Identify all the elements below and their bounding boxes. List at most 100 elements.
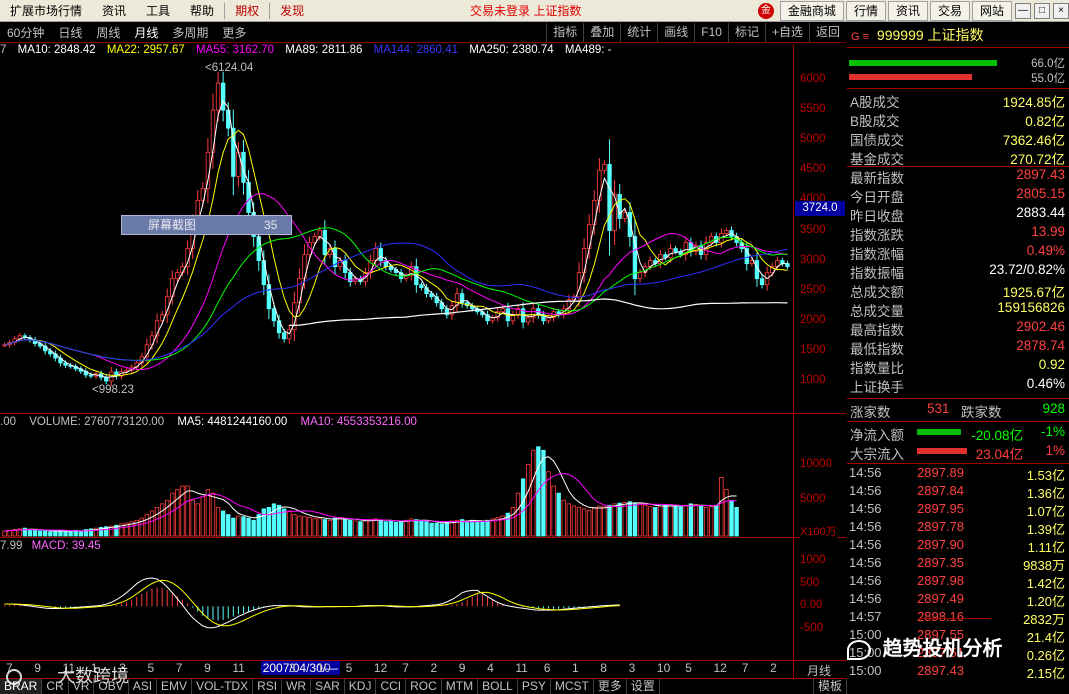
volume-bar bbox=[261, 508, 266, 537]
menu-item-discover[interactable]: 发现 bbox=[270, 0, 314, 22]
green-strength-bar bbox=[849, 60, 997, 66]
macd-readout: 7.99 MACD: 39.45 bbox=[0, 540, 101, 552]
tick-amount: 2832万 bbox=[1023, 612, 1065, 627]
volume-bar bbox=[642, 504, 648, 537]
tick-amount: 2.15亿 bbox=[1026, 666, 1065, 681]
tab-cci[interactable]: CCI bbox=[376, 679, 407, 694]
volume-bar bbox=[449, 520, 455, 537]
volume-bar bbox=[490, 518, 495, 537]
volume-bar bbox=[668, 504, 673, 537]
volume-bar bbox=[195, 503, 200, 537]
volume-bar bbox=[648, 506, 653, 537]
f10-button[interactable]: F10 bbox=[694, 23, 728, 42]
stat-label: 最低指数 bbox=[850, 342, 904, 357]
main-y-tick: 3500 bbox=[800, 223, 826, 236]
volume-bar bbox=[464, 521, 470, 537]
stat-value: 1925.67亿 bbox=[1002, 285, 1065, 300]
volume-bar bbox=[439, 523, 444, 537]
volume-bar bbox=[617, 502, 622, 537]
tab-psy[interactable]: PSY bbox=[518, 679, 551, 694]
multi-period-tab[interactable]: 多周期 bbox=[165, 24, 215, 41]
tick-price: 2897.43 bbox=[917, 663, 964, 678]
kline-chart-area[interactable] bbox=[0, 44, 846, 684]
tab-kdj[interactable]: KDJ bbox=[345, 679, 377, 694]
add-watchlist-button[interactable]: +自选 bbox=[764, 23, 809, 42]
menu-item-news[interactable]: 资讯 bbox=[92, 0, 136, 22]
news-button[interactable]: 资讯 bbox=[887, 1, 928, 21]
tick-row: 14:56 2897.84 1.36亿 bbox=[847, 483, 1069, 501]
red-bar-value: 55.0亿 bbox=[1031, 73, 1065, 85]
finance-mall-button[interactable]: 金融商城 bbox=[779, 1, 844, 21]
menu-item-tools[interactable]: 工具 bbox=[136, 0, 180, 22]
volume-bar bbox=[144, 514, 150, 537]
stat-row: 昨日收盘 2883.44 bbox=[847, 205, 1069, 224]
screenshot-tip[interactable]: 屏幕截图 35 bbox=[121, 215, 292, 235]
mark-button[interactable]: 标记 bbox=[727, 23, 765, 42]
quotes-button[interactable]: 行情 bbox=[845, 1, 886, 21]
volume-bar bbox=[297, 515, 302, 537]
menu-item-market[interactable]: 扩展市场行情 bbox=[0, 0, 92, 22]
tick-price: 2897.35 bbox=[917, 555, 964, 570]
tab-settings[interactable]: 设置 bbox=[627, 679, 660, 694]
tab-roc[interactable]: ROC bbox=[406, 679, 442, 694]
indicator-button[interactable]: 指标 bbox=[546, 23, 583, 42]
volume-bar bbox=[693, 504, 699, 537]
login-status-text: 交易未登录 上证指数 bbox=[470, 4, 582, 18]
back-button[interactable]: 返回 bbox=[808, 23, 846, 42]
tab-vol-tdx[interactable]: VOL-TDX bbox=[192, 679, 254, 694]
volume-bar bbox=[587, 509, 592, 537]
maximize-icon[interactable]: □ bbox=[1034, 3, 1050, 19]
trade-button[interactable]: 交易 bbox=[929, 1, 970, 21]
x-axis-tick: 7 bbox=[402, 661, 409, 675]
x-axis-tick: 9 bbox=[458, 661, 466, 675]
watermark-left-text: 大数跨境 bbox=[57, 666, 130, 686]
statistics-button[interactable]: 统计 bbox=[620, 23, 657, 42]
tab-boll[interactable]: BOLL bbox=[478, 679, 518, 694]
tick-time: 14:56 bbox=[849, 483, 882, 498]
tick-time: 14:57 bbox=[849, 609, 882, 624]
period-daily-tab[interactable]: 日线 bbox=[51, 24, 89, 41]
tick-time: 14:56 bbox=[849, 591, 882, 606]
menu-item-help[interactable]: 帮助 bbox=[180, 0, 224, 22]
rise-count: 531 bbox=[927, 401, 950, 416]
stat-row: 总成交量 159156826 bbox=[847, 300, 1069, 319]
draw-line-button[interactable]: 画线 bbox=[657, 23, 694, 42]
main-y-tick: 5500 bbox=[800, 103, 826, 116]
wechat-icon bbox=[847, 639, 871, 660]
more-periods-tab[interactable]: 更多 bbox=[215, 24, 253, 41]
main-y-tick: 1000 bbox=[800, 373, 826, 386]
stat-value: 7362.46亿 bbox=[1002, 133, 1065, 148]
tab-sar[interactable]: SAR bbox=[311, 679, 345, 694]
menu-bar: 扩展市场行情 资讯 工具 帮助 期权 发现 交易未登录 上证指数 金 金融商城 … bbox=[0, 0, 1069, 22]
fall-count: 928 bbox=[1042, 401, 1065, 416]
volume-bar bbox=[485, 519, 490, 537]
tab-mcst[interactable]: MCST bbox=[551, 679, 594, 694]
tab-rsi[interactable]: RSI bbox=[253, 679, 283, 694]
volume-bar bbox=[683, 504, 688, 537]
volume-bar bbox=[63, 530, 68, 537]
macd-y-tick: -500 bbox=[800, 621, 824, 634]
volume-bar bbox=[541, 449, 546, 537]
minimize-icon[interactable]: — bbox=[1015, 3, 1031, 19]
menu-item-options[interactable]: 期权 bbox=[225, 0, 269, 22]
volume-bar bbox=[526, 464, 531, 537]
overlay-button[interactable]: 叠加 bbox=[583, 23, 620, 42]
volume-bar bbox=[663, 504, 668, 537]
tab-asi[interactable]: ASI bbox=[129, 679, 158, 694]
volume-bar bbox=[734, 507, 739, 537]
template-tab[interactable]: 模板 bbox=[812, 679, 847, 694]
tick-row: 14:56 2897.35 9838万 bbox=[847, 555, 1069, 573]
period-monthly-tab[interactable]: 月线 bbox=[127, 24, 165, 41]
close-icon[interactable]: × bbox=[1053, 3, 1069, 19]
tick-price: 2897.78 bbox=[917, 519, 964, 534]
tab-emv[interactable]: EMV bbox=[157, 679, 193, 694]
volume-bar bbox=[597, 505, 602, 537]
tab-wr[interactable]: WR bbox=[282, 679, 312, 694]
tab-more[interactable]: 更多 bbox=[594, 679, 627, 694]
tab-mtm[interactable]: MTM bbox=[442, 679, 479, 694]
period-weekly-tab[interactable]: 周线 bbox=[89, 24, 127, 41]
volume-bar bbox=[205, 489, 211, 537]
period-60min-tab[interactable]: 60分钟 bbox=[0, 24, 51, 41]
website-button[interactable]: 网站 bbox=[971, 1, 1012, 21]
volume-bar bbox=[322, 519, 328, 537]
